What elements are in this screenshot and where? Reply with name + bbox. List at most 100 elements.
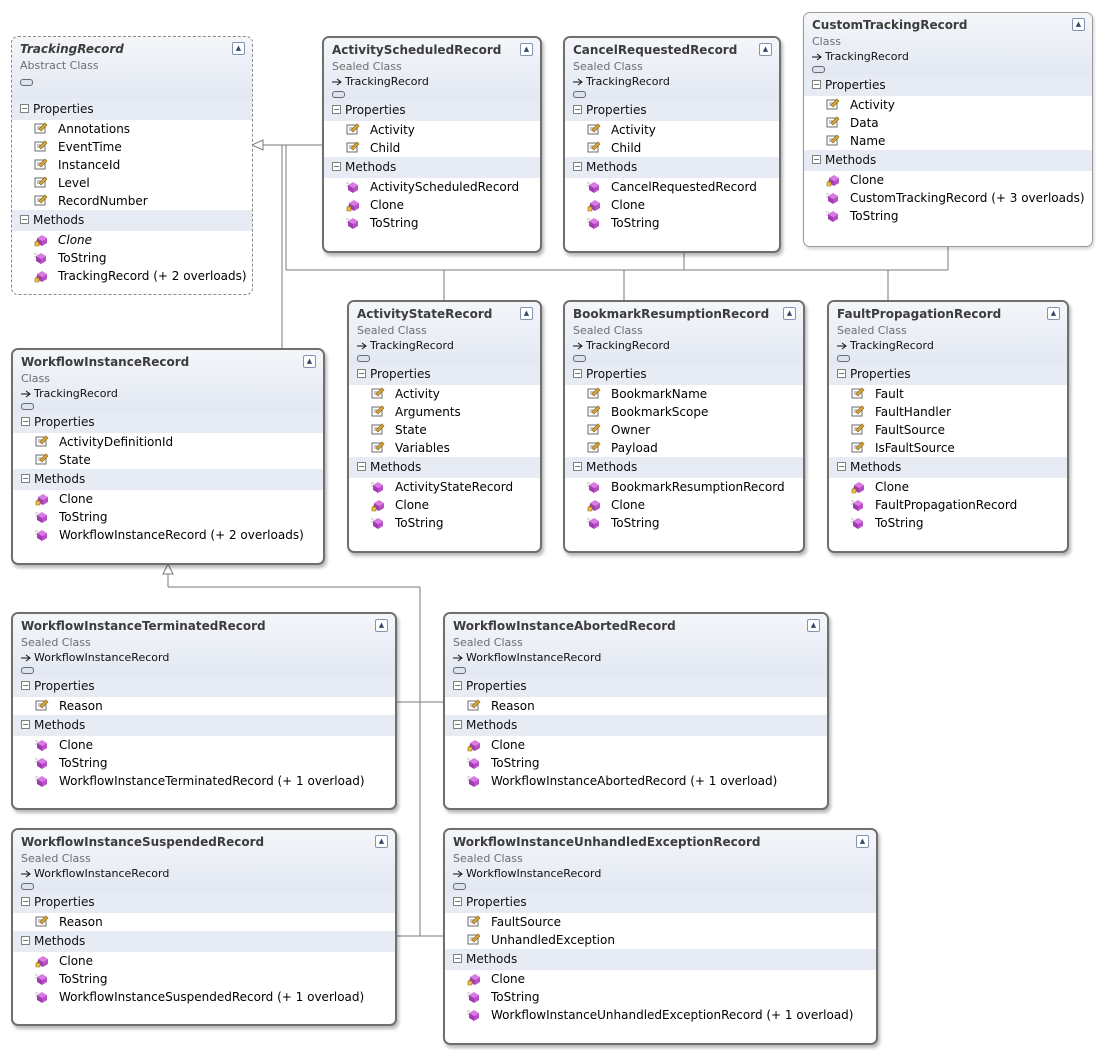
class-box-workflow-instance-terminated-record[interactable]: WorkflowInstanceTerminatedRecord Sealed C… <box>11 612 397 810</box>
collapse-chevron-icon[interactable]: ▲ <box>783 307 796 320</box>
property-item[interactable]: InstanceId <box>12 156 252 174</box>
property-item[interactable]: Reason <box>445 697 827 715</box>
method-item[interactable]: ToString <box>445 988 876 1006</box>
collapse-toggle-icon[interactable]: − <box>573 369 582 378</box>
method-item[interactable]: Clone <box>13 490 323 508</box>
property-item[interactable]: RecordNumber <box>12 192 252 210</box>
collapse-toggle-icon[interactable]: − <box>332 105 341 114</box>
class-box-workflow-instance-unhandled-exception-record[interactable]: WorkflowInstanceUnhandledExceptionRecord… <box>443 828 878 1045</box>
class-box-workflow-instance-aborted-record[interactable]: WorkflowInstanceAbortedRecord Sealed Clas… <box>443 612 829 810</box>
class-box-bookmark-resumption-record[interactable]: BookmarkResumptionRecord Sealed Class Trac… <box>563 300 805 553</box>
methods-section-header[interactable]: − Methods <box>324 157 540 178</box>
method-item[interactable]: Clone <box>565 196 779 214</box>
methods-section-header[interactable]: − Methods <box>12 210 252 231</box>
collapse-toggle-icon[interactable]: − <box>453 954 462 963</box>
method-item[interactable]: WorkflowInstanceTerminatedRecord (+ 1 ov… <box>13 772 395 790</box>
expand-details-icon[interactable] <box>573 91 586 98</box>
property-item[interactable]: Activity <box>324 121 540 139</box>
collapse-toggle-icon[interactable]: − <box>812 155 821 164</box>
method-item[interactable]: ToString <box>565 514 803 532</box>
properties-section-header[interactable]: − Properties <box>349 364 540 385</box>
property-item[interactable]: IsFaultSource <box>829 439 1067 457</box>
methods-section-header[interactable]: − Methods <box>445 715 827 736</box>
expand-details-icon[interactable] <box>21 403 34 410</box>
property-item[interactable]: Variables <box>349 439 540 457</box>
expand-details-icon[interactable] <box>21 883 34 890</box>
collapse-toggle-icon[interactable]: − <box>357 369 366 378</box>
collapse-chevron-icon[interactable]: ▲ <box>1047 307 1060 320</box>
class-box-workflow-instance-suspended-record[interactable]: WorkflowInstanceSuspendedRecord Sealed Cl… <box>11 828 397 1026</box>
collapse-chevron-icon[interactable]: ▲ <box>759 43 772 56</box>
collapse-toggle-icon[interactable]: − <box>21 681 30 690</box>
method-item[interactable]: Clone <box>324 196 540 214</box>
class-box-fault-propagation-record[interactable]: FaultPropagationRecord Sealed Class Tracki… <box>827 300 1069 553</box>
methods-section-header[interactable]: − Methods <box>445 949 876 970</box>
collapse-chevron-icon[interactable]: ▲ <box>303 355 316 368</box>
collapse-toggle-icon[interactable]: − <box>357 462 366 471</box>
property-item[interactable]: FaultSource <box>829 421 1067 439</box>
property-item[interactable]: Name <box>804 132 1092 150</box>
property-item[interactable]: Data <box>804 114 1092 132</box>
collapse-toggle-icon[interactable]: − <box>573 162 582 171</box>
collapse-toggle-icon[interactable]: − <box>837 369 846 378</box>
property-item[interactable]: Child <box>324 139 540 157</box>
collapse-toggle-icon[interactable]: − <box>21 720 30 729</box>
expand-details-icon[interactable] <box>573 355 586 362</box>
method-item[interactable]: Clone <box>804 171 1092 189</box>
methods-section-header[interactable]: − Methods <box>804 150 1092 171</box>
collapse-toggle-icon[interactable]: − <box>573 105 582 114</box>
properties-section-header[interactable]: − Properties <box>804 75 1092 96</box>
method-item[interactable]: ToString <box>13 508 323 526</box>
method-item[interactable]: Clone <box>12 231 252 249</box>
property-item[interactable]: Level <box>12 174 252 192</box>
method-item[interactable]: Clone <box>13 736 395 754</box>
expand-details-icon[interactable] <box>453 667 466 674</box>
property-item[interactable]: State <box>13 451 323 469</box>
property-item[interactable]: UnhandledException <box>445 931 876 949</box>
method-item[interactable]: Clone <box>565 496 803 514</box>
method-item[interactable]: ToString <box>349 514 540 532</box>
method-item[interactable]: WorkflowInstanceAbortedRecord (+ 1 overl… <box>445 772 827 790</box>
property-item[interactable]: Annotations <box>12 120 252 138</box>
properties-section-header[interactable]: − Properties <box>13 892 395 913</box>
method-item[interactable]: ToString <box>13 970 395 988</box>
collapse-chevron-icon[interactable]: ▲ <box>520 307 533 320</box>
properties-section-header[interactable]: − Properties <box>829 364 1067 385</box>
class-box-activity-state-record[interactable]: ActivityStateRecord Sealed Class TrackingR… <box>347 300 542 553</box>
collapse-toggle-icon[interactable]: − <box>453 897 462 906</box>
properties-section-header[interactable]: − Properties <box>13 676 395 697</box>
methods-section-header[interactable]: − Methods <box>13 469 323 490</box>
properties-section-header[interactable]: − Properties <box>565 100 779 121</box>
property-item[interactable]: Activity <box>565 121 779 139</box>
property-item[interactable]: Payload <box>565 439 803 457</box>
class-box-tracking-record[interactable]: TrackingRecord Abstract Class ▲ − Properties… <box>11 36 253 295</box>
collapse-toggle-icon[interactable]: − <box>573 462 582 471</box>
expand-details-icon[interactable] <box>357 355 370 362</box>
collapse-toggle-icon[interactable]: − <box>21 474 30 483</box>
collapse-toggle-icon[interactable]: − <box>453 681 462 690</box>
method-item[interactable]: ToString <box>13 754 395 772</box>
properties-section-header[interactable]: − Properties <box>13 412 323 433</box>
class-box-workflow-instance-record[interactable]: WorkflowInstanceRecord Class TrackingRecor… <box>11 348 325 565</box>
method-item[interactable]: Clone <box>13 952 395 970</box>
methods-section-header[interactable]: − Methods <box>13 715 395 736</box>
collapse-toggle-icon[interactable]: − <box>21 417 30 426</box>
properties-section-header[interactable]: − Properties <box>445 892 876 913</box>
collapse-chevron-icon[interactable]: ▲ <box>232 42 245 55</box>
property-item[interactable]: Reason <box>13 697 395 715</box>
properties-section-header[interactable]: − Properties <box>445 676 827 697</box>
collapse-toggle-icon[interactable]: − <box>20 215 29 224</box>
class-box-cancel-requested-record[interactable]: CancelRequestedRecord Sealed Class Trackin… <box>563 36 781 253</box>
collapse-chevron-icon[interactable]: ▲ <box>856 835 869 848</box>
property-item[interactable]: Fault <box>829 385 1067 403</box>
method-item[interactable]: ToString <box>12 249 252 267</box>
method-item[interactable]: ToString <box>445 754 827 772</box>
property-item[interactable]: State <box>349 421 540 439</box>
class-box-activity-scheduled-record[interactable]: ActivityScheduledRecord Sealed Class Track… <box>322 36 542 253</box>
method-item[interactable]: WorkflowInstanceRecord (+ 2 overloads) <box>13 526 323 544</box>
property-item[interactable]: Child <box>565 139 779 157</box>
method-item[interactable]: Clone <box>829 478 1067 496</box>
method-item[interactable]: WorkflowInstanceUnhandledExceptionRecord… <box>445 1006 876 1024</box>
collapse-toggle-icon[interactable]: − <box>453 720 462 729</box>
expand-details-icon[interactable] <box>812 66 825 73</box>
